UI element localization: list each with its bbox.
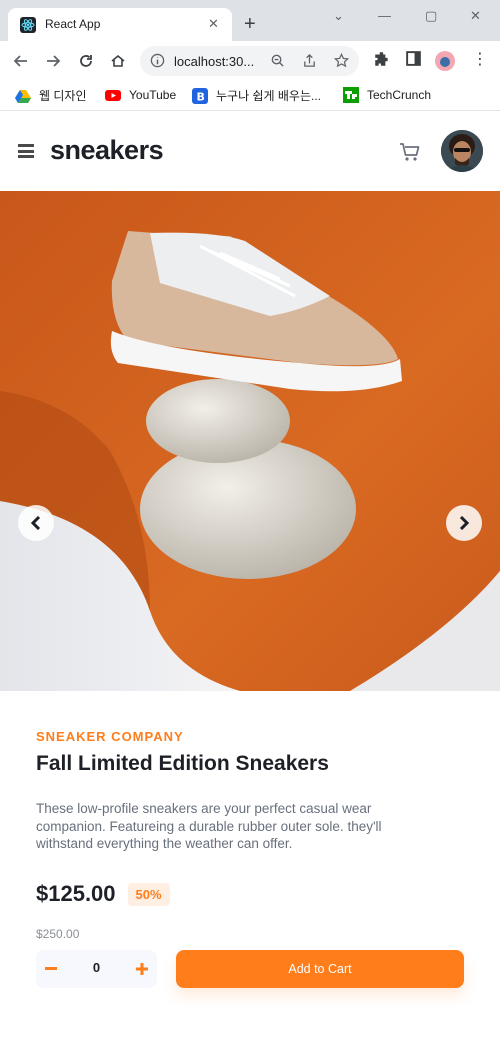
price-row: $125.00 50% (36, 881, 170, 907)
bookmark-label: 누구나 쉽게 배우는... (216, 89, 321, 103)
discount-badge: 50% (127, 882, 170, 906)
menu-kebab-icon[interactable]: ⋮ (472, 49, 488, 69)
react-icon (20, 17, 36, 33)
browser-tab[interactable]: React App ✕ (8, 8, 232, 41)
browser-toolbar: localhost:30... ⋮ (0, 41, 500, 81)
profile-avatar-icon[interactable] (435, 51, 455, 71)
reload-icon[interactable] (75, 50, 97, 72)
plus-icon (136, 963, 148, 975)
product-info: SNEAKER COMPANY Fall Limited Edition Sne… (36, 729, 466, 941)
forward-icon[interactable] (42, 50, 64, 72)
tab-title: React App (45, 17, 101, 31)
minimize-icon[interactable]: — (378, 8, 391, 23)
new-tab-icon[interactable]: + (244, 14, 256, 34)
bookmarks-bar: 웹 디자인 YouTube B 누구나 쉽게 배우는... TechCrunch (0, 81, 500, 111)
site-logo[interactable]: sneakers (50, 135, 164, 166)
side-panel-icon[interactable] (405, 50, 422, 67)
product-image-carousel (0, 191, 500, 691)
bookmark-star-icon[interactable] (334, 53, 349, 68)
page-content: sneakers SNEAKER COMPANY Fall Limited Ed… (0, 112, 500, 1054)
extensions-icon[interactable] (373, 50, 391, 68)
bookmark-b-icon: B (192, 87, 208, 104)
bookmark-item[interactable]: TechCrunch (343, 87, 431, 103)
product-title: Fall Limited Edition Sneakers (36, 752, 329, 775)
add-to-cart-button[interactable]: Add to Cart (176, 950, 464, 988)
youtube-icon (105, 90, 121, 101)
increase-quantity-button[interactable] (127, 950, 157, 988)
site-info-icon[interactable] (150, 53, 165, 68)
original-price: $250.00 (36, 927, 80, 941)
carousel-prev-button[interactable] (18, 505, 54, 541)
home-icon[interactable] (107, 50, 129, 72)
current-price: $125.00 (36, 881, 116, 906)
google-drive-icon (15, 89, 31, 103)
svg-text:B: B (197, 90, 205, 103)
window-close-icon[interactable]: ✕ (470, 8, 481, 24)
hamburger-menu-icon[interactable] (18, 144, 34, 158)
maximize-icon[interactable]: ▢ (425, 8, 437, 24)
add-to-cart-label: Add to Cart (288, 962, 352, 976)
chevron-right-icon (459, 516, 470, 530)
product-description: These low-profile sneakers are your perf… (36, 801, 382, 851)
bookmark-item[interactable]: YouTube (105, 87, 176, 103)
chevron-left-icon (30, 516, 41, 530)
bookmark-label: 웹 디자인 (39, 89, 87, 103)
tab-search-icon[interactable]: ⌄ (333, 8, 344, 24)
techcrunch-icon (343, 87, 359, 103)
carousel-next-button[interactable] (446, 505, 482, 541)
bookmark-item[interactable]: 웹 디자인 (15, 87, 87, 104)
browser-tabbar: React App ✕ + ⌄ — ▢ ✕ (0, 0, 500, 41)
zoom-icon[interactable] (270, 53, 285, 68)
cart-icon[interactable] (399, 142, 421, 162)
url-text: localhost:30... (174, 54, 255, 69)
user-avatar[interactable] (441, 130, 483, 172)
company-label: SNEAKER COMPANY (36, 729, 184, 744)
bookmark-label: YouTube (129, 88, 177, 102)
back-icon[interactable] (10, 50, 32, 72)
quantity-stepper: 0 (36, 950, 157, 988)
tab-close-icon[interactable]: ✕ (208, 16, 219, 32)
bookmark-item[interactable]: B 누구나 쉽게 배우는... (192, 87, 321, 104)
site-header: sneakers (0, 112, 500, 191)
share-icon[interactable] (302, 53, 317, 68)
bookmark-label: TechCrunch (367, 88, 432, 102)
address-bar[interactable]: localhost:30... (140, 46, 359, 76)
sneaker-product-image (0, 191, 500, 691)
